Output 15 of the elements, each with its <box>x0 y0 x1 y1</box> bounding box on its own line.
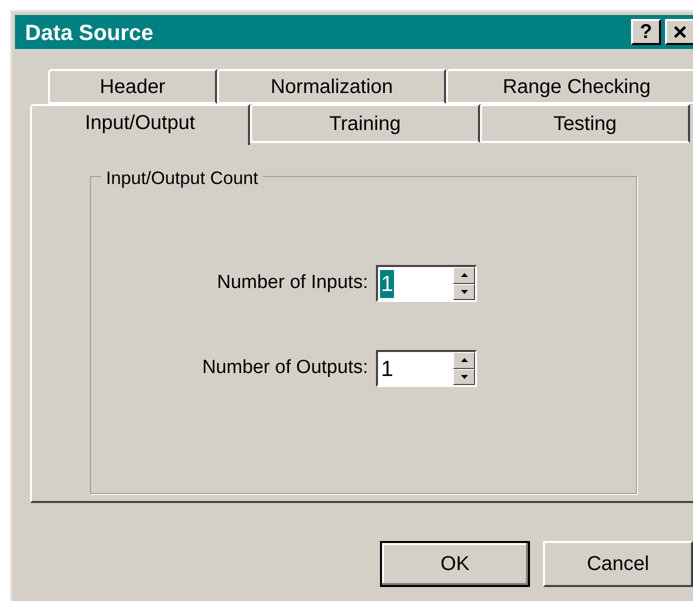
window-title: Data Source <box>25 18 154 46</box>
spin-box[interactable]: 1 <box>376 265 477 302</box>
spin-box[interactable]: 1 <box>376 350 477 387</box>
field-label: Number of Inputs: <box>216 271 369 296</box>
dialog-button[interactable]: Cancel <box>543 541 693 587</box>
tab[interactable]: Header <box>48 69 218 104</box>
tab[interactable]: Training <box>250 104 480 143</box>
tab[interactable]: Testing <box>480 104 690 143</box>
close-button[interactable]: × <box>665 19 693 45</box>
field-label: Number of Outputs: <box>201 356 369 380</box>
tab[interactable]: Range Checking <box>446 69 693 104</box>
help-button[interactable]: ? <box>631 19 661 45</box>
dialog-button[interactable]: OK <box>380 541 530 587</box>
tab[interactable]: Normalization <box>217 69 446 104</box>
tab[interactable]: Input/Output <box>30 104 250 145</box>
